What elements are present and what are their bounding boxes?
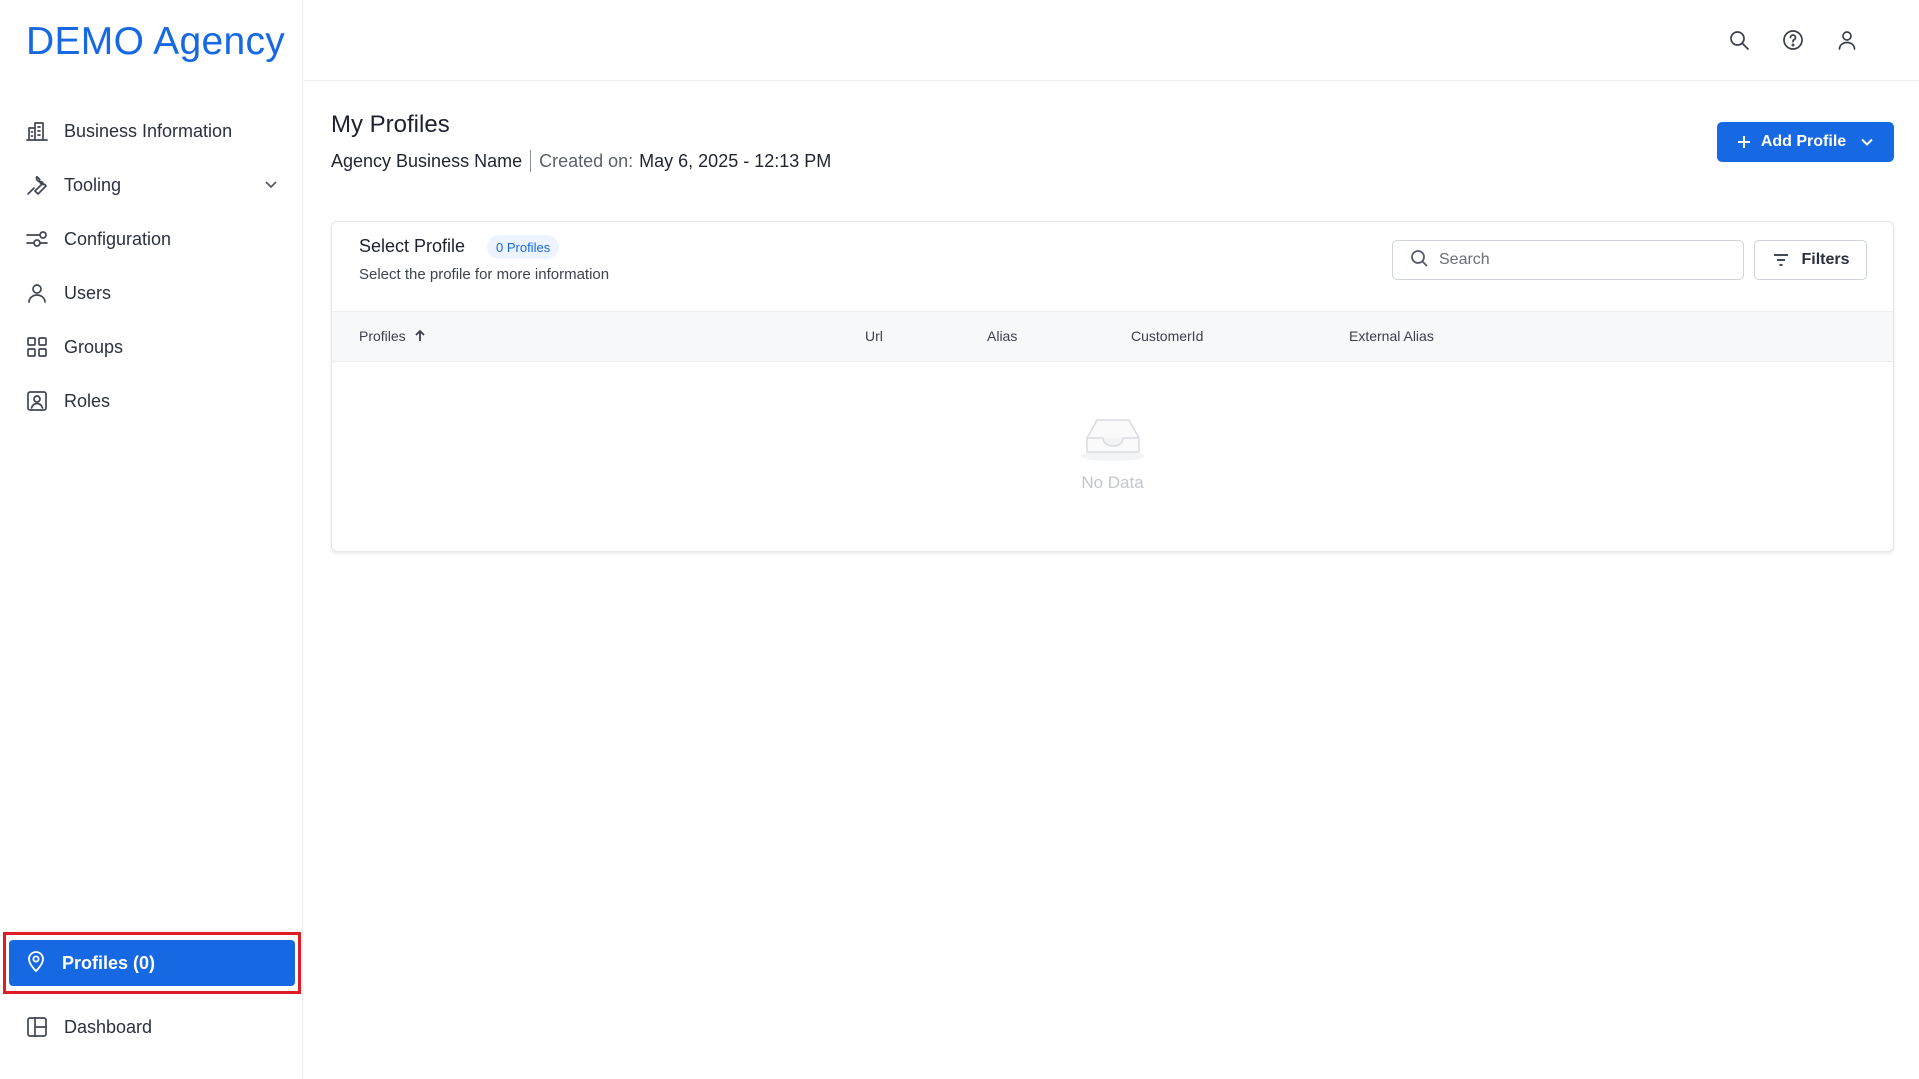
user-icon: [24, 280, 50, 306]
empty-text: No Data: [1081, 473, 1144, 492]
column-header-customerid[interactable]: CustomerId: [1131, 328, 1203, 344]
sidebar-item-profiles[interactable]: Profiles (0): [9, 940, 295, 986]
sidebar-item-dashboard[interactable]: Dashboard: [0, 1000, 303, 1054]
sidebar-item-configuration[interactable]: Configuration: [0, 212, 303, 266]
filters-button[interactable]: Filters: [1754, 240, 1867, 280]
sidebar-item-groups[interactable]: Groups: [0, 320, 303, 374]
page-title: My Profiles: [331, 111, 450, 138]
empty-state: No Data: [332, 412, 1893, 493]
filter-icon: [1774, 254, 1789, 266]
search-icon: [1409, 248, 1429, 273]
sidebar-item-tooling[interactable]: Tooling: [0, 158, 303, 212]
created-label: Created on:: [539, 150, 634, 171]
sidebar-item-label: Roles: [64, 390, 111, 411]
column-label: CustomerId: [1131, 328, 1204, 344]
search-input[interactable]: [1439, 251, 1729, 269]
filters-label: Filters: [1801, 251, 1850, 268]
profiles-count-badge: 0 Profiles: [487, 235, 560, 259]
building-icon: [24, 118, 50, 144]
user-icon[interactable]: [1835, 28, 1859, 52]
add-profile-label: Add Profile: [1760, 133, 1847, 150]
column-header-url[interactable]: Url: [865, 328, 883, 344]
sliders-icon: [24, 226, 50, 252]
wrench-icon: [24, 172, 50, 198]
column-header-alias[interactable]: Alias: [987, 328, 1017, 344]
id-badge-icon: [24, 388, 50, 414]
sidebar-item-label: Users: [64, 282, 112, 303]
sidebar-item-label: Groups: [64, 336, 124, 357]
sidebar-item-label: Business Information: [64, 120, 233, 141]
help-icon[interactable]: [1781, 28, 1805, 52]
column-label: Profiles: [359, 328, 406, 344]
profiles-card: Select Profile 0 Profiles Select the pro…: [331, 221, 1894, 552]
brand-logo[interactable]: DEMO Agency: [26, 20, 285, 64]
empty-inbox-icon: [1080, 419, 1145, 461]
layout-icon: [24, 1014, 50, 1040]
column-header-external-alias[interactable]: External Alias: [1349, 328, 1434, 344]
search-icon[interactable]: [1727, 28, 1751, 52]
sidebar-item-roles[interactable]: Roles: [0, 374, 303, 428]
card-title: Select Profile: [359, 236, 466, 256]
created-value: May 6, 2025 - 12:13 PM: [639, 150, 832, 171]
sidebar-nav: Business Information Tooling Configurati…: [0, 104, 303, 428]
card-subtitle: Select the profile for more information: [359, 266, 610, 283]
sidebar-item-label: Profiles (0): [62, 952, 156, 973]
chevron-down-icon: [1858, 133, 1876, 151]
column-label: External Alias: [1349, 328, 1434, 344]
sidebar-item-label: Configuration: [64, 228, 172, 249]
sidebar-item-label: Dashboard: [64, 1016, 153, 1037]
sidebar: DEMO Agency Business Information Tooling…: [0, 0, 303, 1079]
sidebar-item-business-information[interactable]: Business Information: [0, 104, 303, 158]
grid-icon: [24, 334, 50, 360]
top-bar: [304, 0, 1919, 81]
sidebar-item-users[interactable]: Users: [0, 266, 303, 320]
page-meta: Agency Business Name Created on: May 6, …: [331, 150, 831, 172]
business-name: Agency Business Name: [331, 150, 523, 171]
search-box[interactable]: [1392, 240, 1744, 280]
chevron-down-icon[interactable]: [261, 175, 281, 195]
table-header: Profiles Url Alias CustomerId External A…: [332, 311, 1893, 362]
column-label: Alias: [987, 328, 1018, 344]
add-profile-button[interactable]: Add Profile: [1717, 122, 1894, 162]
location-pin-icon: [24, 949, 48, 978]
column-header-profiles[interactable]: Profiles: [359, 328, 428, 344]
sidebar-item-label: Tooling: [64, 174, 122, 195]
meta-divider: [530, 150, 532, 172]
column-label: Url: [865, 328, 883, 344]
plus-icon: [1735, 133, 1753, 151]
sort-arrow-up-icon[interactable]: [412, 328, 428, 344]
